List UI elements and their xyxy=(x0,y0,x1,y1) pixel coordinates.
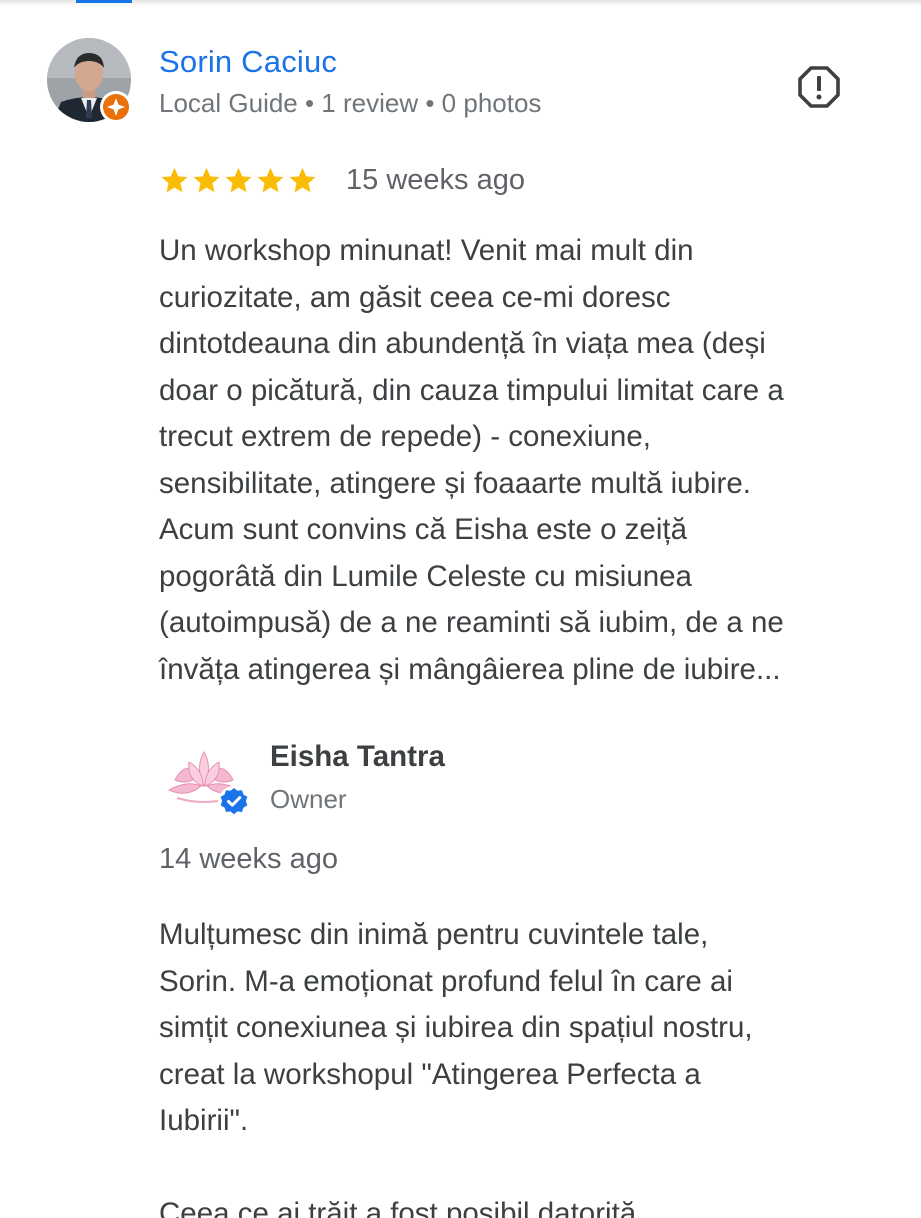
star-icon xyxy=(289,167,316,193)
verified-check-icon xyxy=(218,786,250,818)
star-icon xyxy=(257,167,284,193)
review-date: 15 weeks ago xyxy=(346,164,525,196)
reviewer-name[interactable]: Sorin Caciuc xyxy=(159,44,337,80)
reviewer-avatar[interactable] xyxy=(47,38,132,123)
owner-role-label: Owner xyxy=(270,784,347,814)
star-icon xyxy=(193,167,220,193)
report-review-button[interactable] xyxy=(796,64,842,110)
star-icon xyxy=(161,167,188,193)
local-guide-badge-icon xyxy=(100,91,132,123)
owner-name: Eisha Tantra xyxy=(270,740,445,773)
reviewer-meta: Local Guide • 1 review • 0 photos xyxy=(159,88,542,118)
star-icon xyxy=(225,167,252,193)
review-rating-row: 15 weeks ago xyxy=(159,164,525,197)
owner-avatar xyxy=(163,740,255,820)
review-body: Un workshop minunat! Venit mai mult din … xyxy=(159,234,784,686)
report-flag-icon xyxy=(798,66,840,108)
owner-reply-date: 14 weeks ago xyxy=(159,843,338,875)
active-tab-indicator xyxy=(76,0,132,3)
star-rating xyxy=(159,165,318,196)
owner-reply-body: Mulțumesc din inimă pentru cuvintele tal… xyxy=(159,918,753,1218)
top-bar-shadow xyxy=(0,0,921,6)
